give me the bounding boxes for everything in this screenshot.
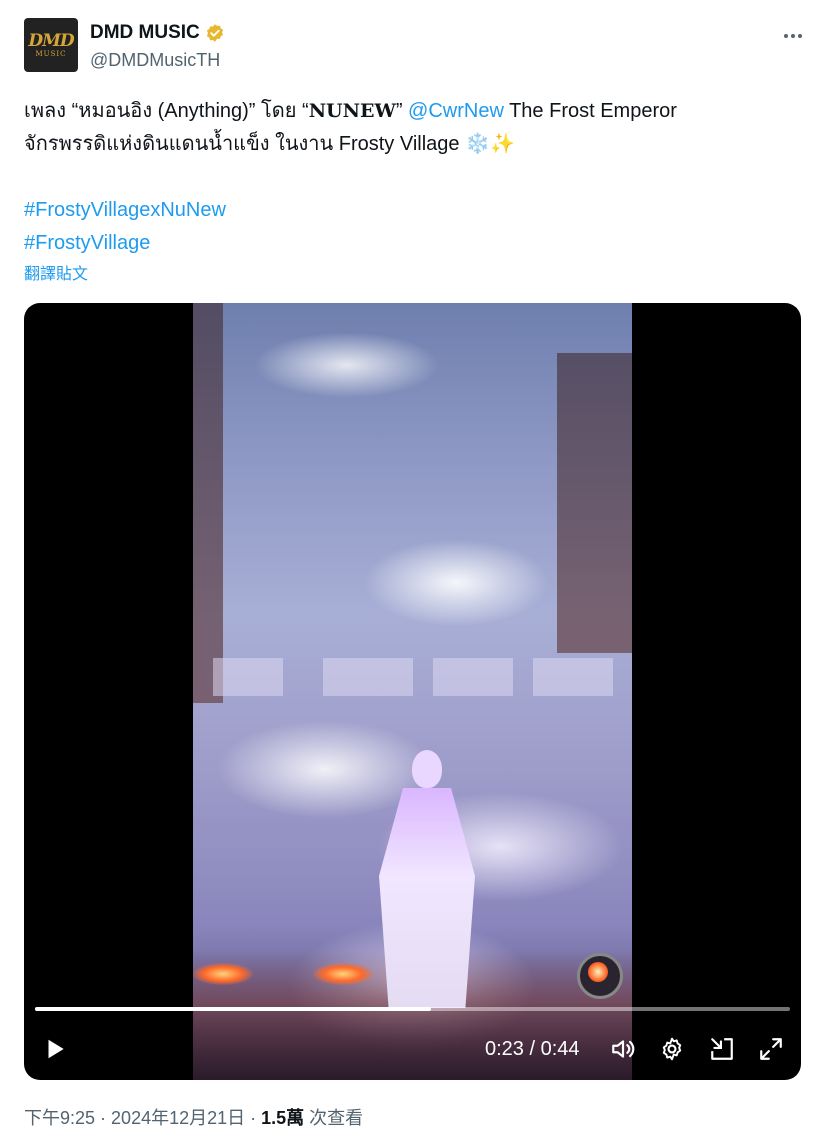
tweet-text-segment: ”	[395, 100, 409, 122]
translate-post-link[interactable]: 翻譯貼文	[24, 260, 88, 284]
settings-icon[interactable]	[659, 1036, 685, 1062]
video-player[interactable]: 0:23 / 0:44	[24, 303, 801, 1080]
stage-battlement	[533, 658, 613, 696]
tweet-text-line-2: จักรพรรดิแห่งดินแดนน้ำแข็ง ในงาน Frosty …	[24, 133, 515, 155]
avatar-logo-text: DMD	[28, 30, 74, 51]
video-progress-bar[interactable]	[35, 1007, 790, 1011]
play-icon[interactable]	[42, 1036, 68, 1062]
tweet-text: เพลง “หมอนอิง (Anything)” โดย “NUNEW” @C…	[24, 95, 814, 260]
name-row: DMD MUSIC	[90, 22, 225, 44]
avatar-logo-subtext: MUSIC	[35, 49, 67, 58]
video-controls: 0:23 / 0:44	[24, 1028, 801, 1070]
stage-pillar	[193, 303, 223, 703]
tweet-text-segment: เพลง “หมอนอิง (Anything)” โดย “	[24, 100, 309, 122]
user-handle[interactable]: @DMDMusicTH	[90, 50, 220, 71]
stage-battlement	[213, 658, 283, 696]
stage-battlement	[323, 658, 413, 696]
video-time: 0:23 / 0:44	[485, 1038, 580, 1060]
avatar[interactable]: DMD MUSIC	[24, 18, 78, 72]
tweet-header: DMD MUSIC DMD MUSIC @DMDMusicTH	[24, 18, 809, 76]
display-name[interactable]: DMD MUSIC	[90, 22, 200, 44]
performer-head	[412, 750, 442, 788]
stage-battlement	[433, 658, 513, 696]
post-time[interactable]: 下午9:25	[24, 1108, 95, 1128]
minimize-icon[interactable]	[709, 1036, 735, 1062]
verified-badge-icon	[206, 24, 223, 42]
tweet-text-line-1: เพลง “หมอนอิง (Anything)” โดย “NUNEW” @C…	[24, 95, 814, 128]
hashtag-link[interactable]: #FrostyVillage	[24, 232, 150, 254]
mention-link[interactable]: @CwrNew	[408, 100, 504, 122]
view-label: 次查看	[304, 1108, 364, 1128]
more-options-icon[interactable]	[781, 24, 805, 48]
tweet-text-segment: The Frost Emperor	[503, 100, 677, 122]
performer	[379, 788, 475, 1008]
video-frame[interactable]	[193, 303, 632, 1080]
video-progress-fill	[35, 1007, 431, 1011]
stage-flame	[193, 963, 253, 985]
view-count: 1.5萬	[261, 1108, 305, 1128]
separator: ·	[245, 1108, 262, 1128]
hashtag-link[interactable]: #FrostyVillagexNuNew	[24, 199, 226, 221]
volume-icon[interactable]	[610, 1036, 636, 1062]
tweet-footer: 下午9:25 · 2024年12月21日 · 1.5萬 次查看	[24, 1104, 363, 1130]
separator: ·	[95, 1108, 112, 1128]
artist-name: NUNEW	[308, 100, 396, 122]
stage-pillar	[557, 353, 632, 653]
fullscreen-icon[interactable]	[758, 1036, 784, 1062]
post-date[interactable]: 2024年12月21日	[111, 1108, 245, 1128]
stage-flame	[313, 963, 373, 985]
stage-spotlight	[577, 953, 623, 999]
